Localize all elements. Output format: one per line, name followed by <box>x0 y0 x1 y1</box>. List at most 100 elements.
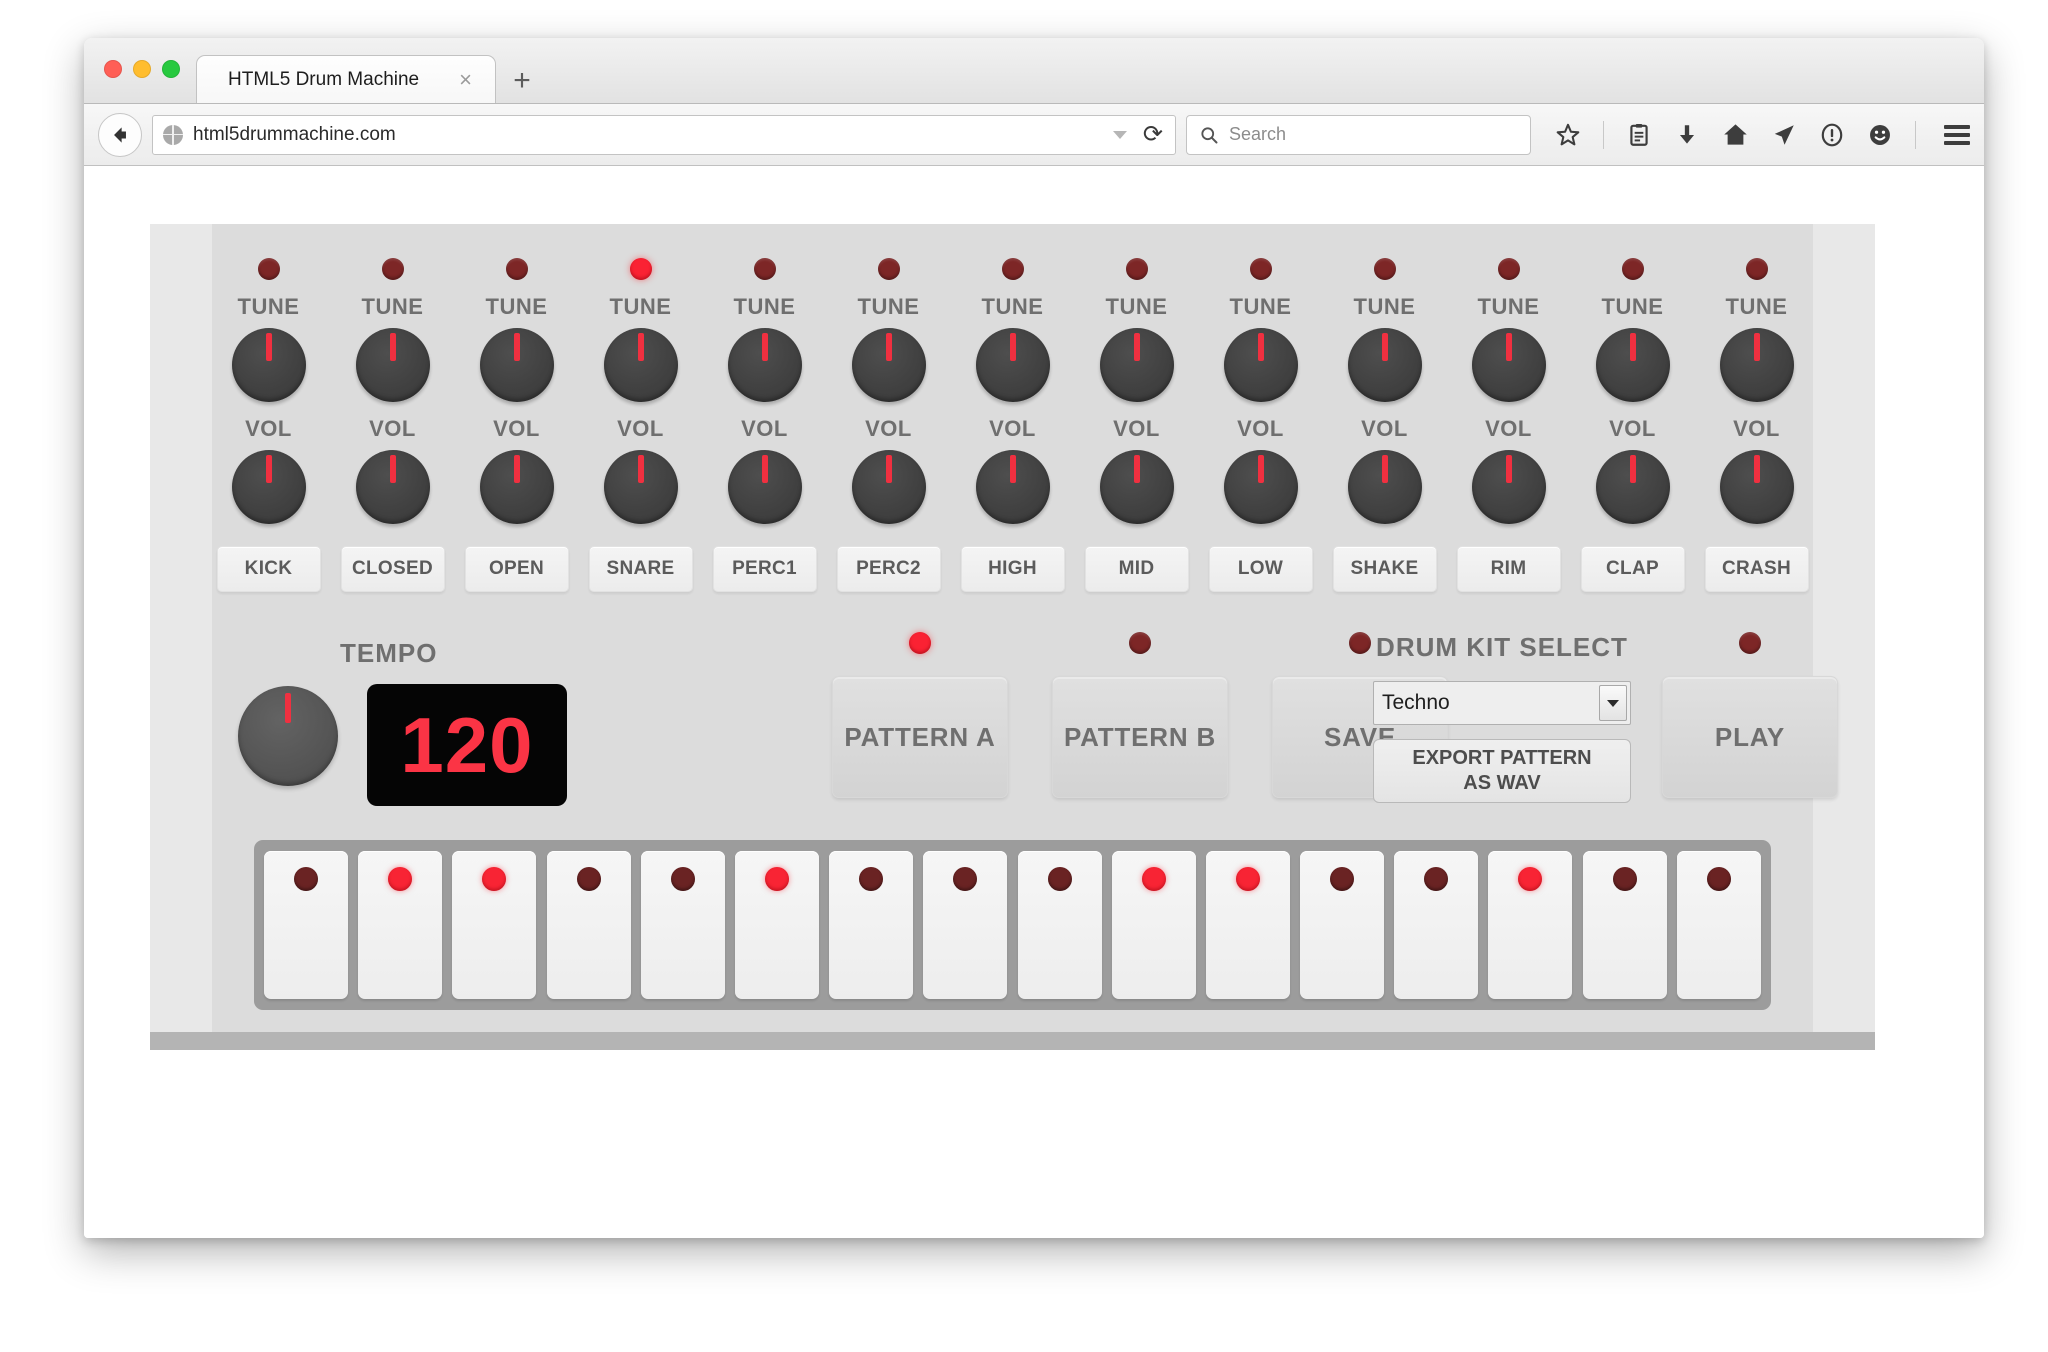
star-icon[interactable] <box>1555 122 1581 148</box>
vol-knob[interactable] <box>1595 450 1670 524</box>
vol-knob[interactable] <box>727 450 802 524</box>
play-group: PLAY <box>1662 632 1838 798</box>
tune-label: TUNE <box>1601 294 1664 319</box>
browser-window: HTML5 Drum Machine × + html5drummachine.… <box>84 38 1984 1238</box>
tune-knob[interactable] <box>1595 328 1670 402</box>
channel-strip: TUNE VOL RIM <box>1456 258 1561 592</box>
tune-knob[interactable] <box>231 328 306 402</box>
vol-label: VOL <box>741 416 788 441</box>
channel-button[interactable]: OPEN <box>464 546 569 592</box>
back-button[interactable] <box>98 112 142 157</box>
sequencer-step[interactable] <box>546 851 631 999</box>
tune-label: TUNE <box>1105 294 1168 319</box>
channel-button[interactable]: CLOSED <box>340 546 445 592</box>
drum-kit-select[interactable]: Techno <box>1373 681 1631 725</box>
tune-knob[interactable] <box>851 328 926 402</box>
channel-led <box>1125 258 1148 280</box>
info-icon[interactable] <box>1819 122 1845 148</box>
tune-knob[interactable] <box>603 328 678 402</box>
maximize-window-button[interactable] <box>162 60 180 78</box>
reload-icon[interactable]: ⟳ <box>1143 122 1163 147</box>
search-input[interactable]: Search <box>1229 124 1286 145</box>
play-button[interactable]: PLAY <box>1662 676 1838 798</box>
reading-list-icon[interactable] <box>1626 122 1652 148</box>
vol-label: VOL <box>1609 416 1656 441</box>
channel-button[interactable]: MID <box>1084 546 1189 592</box>
vol-knob[interactable] <box>231 450 306 524</box>
channel-button[interactable]: KICK <box>216 546 321 592</box>
tune-knob[interactable] <box>479 328 554 402</box>
download-icon[interactable] <box>1674 122 1700 148</box>
transport-button[interactable]: PATTERN A <box>832 676 1008 798</box>
share-icon[interactable] <box>1771 122 1797 148</box>
sequencer-step[interactable] <box>1017 851 1102 999</box>
sequencer-step[interactable] <box>1205 851 1290 999</box>
tune-knob[interactable] <box>1719 328 1794 402</box>
vol-knob[interactable] <box>1099 450 1174 524</box>
sequencer-step[interactable] <box>1488 851 1573 999</box>
sequencer-step[interactable] <box>734 851 819 999</box>
sequencer-step[interactable] <box>1582 851 1667 999</box>
smiley-icon[interactable] <box>1867 122 1893 148</box>
sequencer-step[interactable] <box>923 851 1008 999</box>
chevron-down-icon[interactable] <box>1112 130 1127 139</box>
tune-knob[interactable] <box>727 328 802 402</box>
export-wav-button[interactable]: EXPORT PATTERN AS WAV <box>1373 739 1631 803</box>
tune-knob[interactable] <box>1099 328 1174 402</box>
channel-button[interactable]: SNARE <box>588 546 693 592</box>
new-tab-button[interactable]: + <box>496 59 548 103</box>
sequencer-step-led <box>1141 867 1166 891</box>
vol-label: VOL <box>1361 416 1408 441</box>
tune-knob[interactable] <box>1471 328 1546 402</box>
channel-button[interactable]: CRASH <box>1704 546 1809 592</box>
tempo-knob[interactable] <box>238 686 338 786</box>
tune-knob[interactable] <box>355 328 430 402</box>
sequencer-step[interactable] <box>452 851 537 999</box>
sequencer-step[interactable] <box>640 851 725 999</box>
vol-knob[interactable] <box>479 450 554 524</box>
search-box[interactable]: Search <box>1186 114 1531 155</box>
vol-knob[interactable] <box>851 450 926 524</box>
select-dropdown-button[interactable] <box>1599 685 1627 721</box>
tune-knob[interactable] <box>975 328 1050 402</box>
minimize-window-button[interactable] <box>133 60 151 78</box>
tune-label: TUNE <box>857 294 920 319</box>
sequencer-step[interactable] <box>829 851 914 999</box>
channel-led <box>1249 258 1272 280</box>
channel-button[interactable]: PERC1 <box>712 546 817 592</box>
transport-button[interactable]: PATTERN B <box>1052 676 1228 798</box>
sequencer-step[interactable] <box>358 851 443 999</box>
channel-button[interactable]: CLAP <box>1580 546 1685 592</box>
close-window-button[interactable] <box>104 60 122 78</box>
hamburger-menu-icon[interactable] <box>1938 124 1970 145</box>
channel-button[interactable]: RIM <box>1456 546 1561 592</box>
channel-button[interactable]: PERC2 <box>836 546 941 592</box>
channel-button[interactable]: LOW <box>1208 546 1313 592</box>
sequencer-step[interactable] <box>1300 851 1385 999</box>
vol-knob[interactable] <box>1471 450 1546 524</box>
vol-knob[interactable] <box>1347 450 1422 524</box>
channel-button[interactable]: HIGH <box>960 546 1065 592</box>
export-wav-line2: AS WAV <box>1463 772 1541 794</box>
sequencer-step[interactable] <box>1394 851 1479 999</box>
sequencer-step[interactable] <box>1676 851 1761 999</box>
channel-strip: TUNE VOL MID <box>1084 258 1189 592</box>
vol-knob[interactable] <box>975 450 1050 524</box>
sequencer-step-led <box>1518 867 1543 891</box>
home-icon[interactable] <box>1722 121 1749 148</box>
vol-knob[interactable] <box>355 450 430 524</box>
vol-knob[interactable] <box>603 450 678 524</box>
sequencer-step[interactable] <box>1111 851 1196 999</box>
vol-knob[interactable] <box>1719 450 1794 524</box>
vol-label: VOL <box>617 416 664 441</box>
close-tab-icon[interactable]: × <box>459 68 472 91</box>
tune-knob[interactable] <box>1223 328 1298 402</box>
sequencer-step[interactable] <box>264 851 348 999</box>
channel-strip: TUNE VOL OPEN <box>464 258 569 592</box>
browser-tab[interactable]: HTML5 Drum Machine × <box>196 55 496 103</box>
address-bar[interactable]: html5drummachine.com ⟳ <box>152 114 1176 155</box>
tune-knob[interactable] <box>1347 328 1422 402</box>
vol-knob[interactable] <box>1223 450 1298 524</box>
channel-button[interactable]: SHAKE <box>1332 546 1437 592</box>
toolbar-divider <box>1603 120 1604 149</box>
